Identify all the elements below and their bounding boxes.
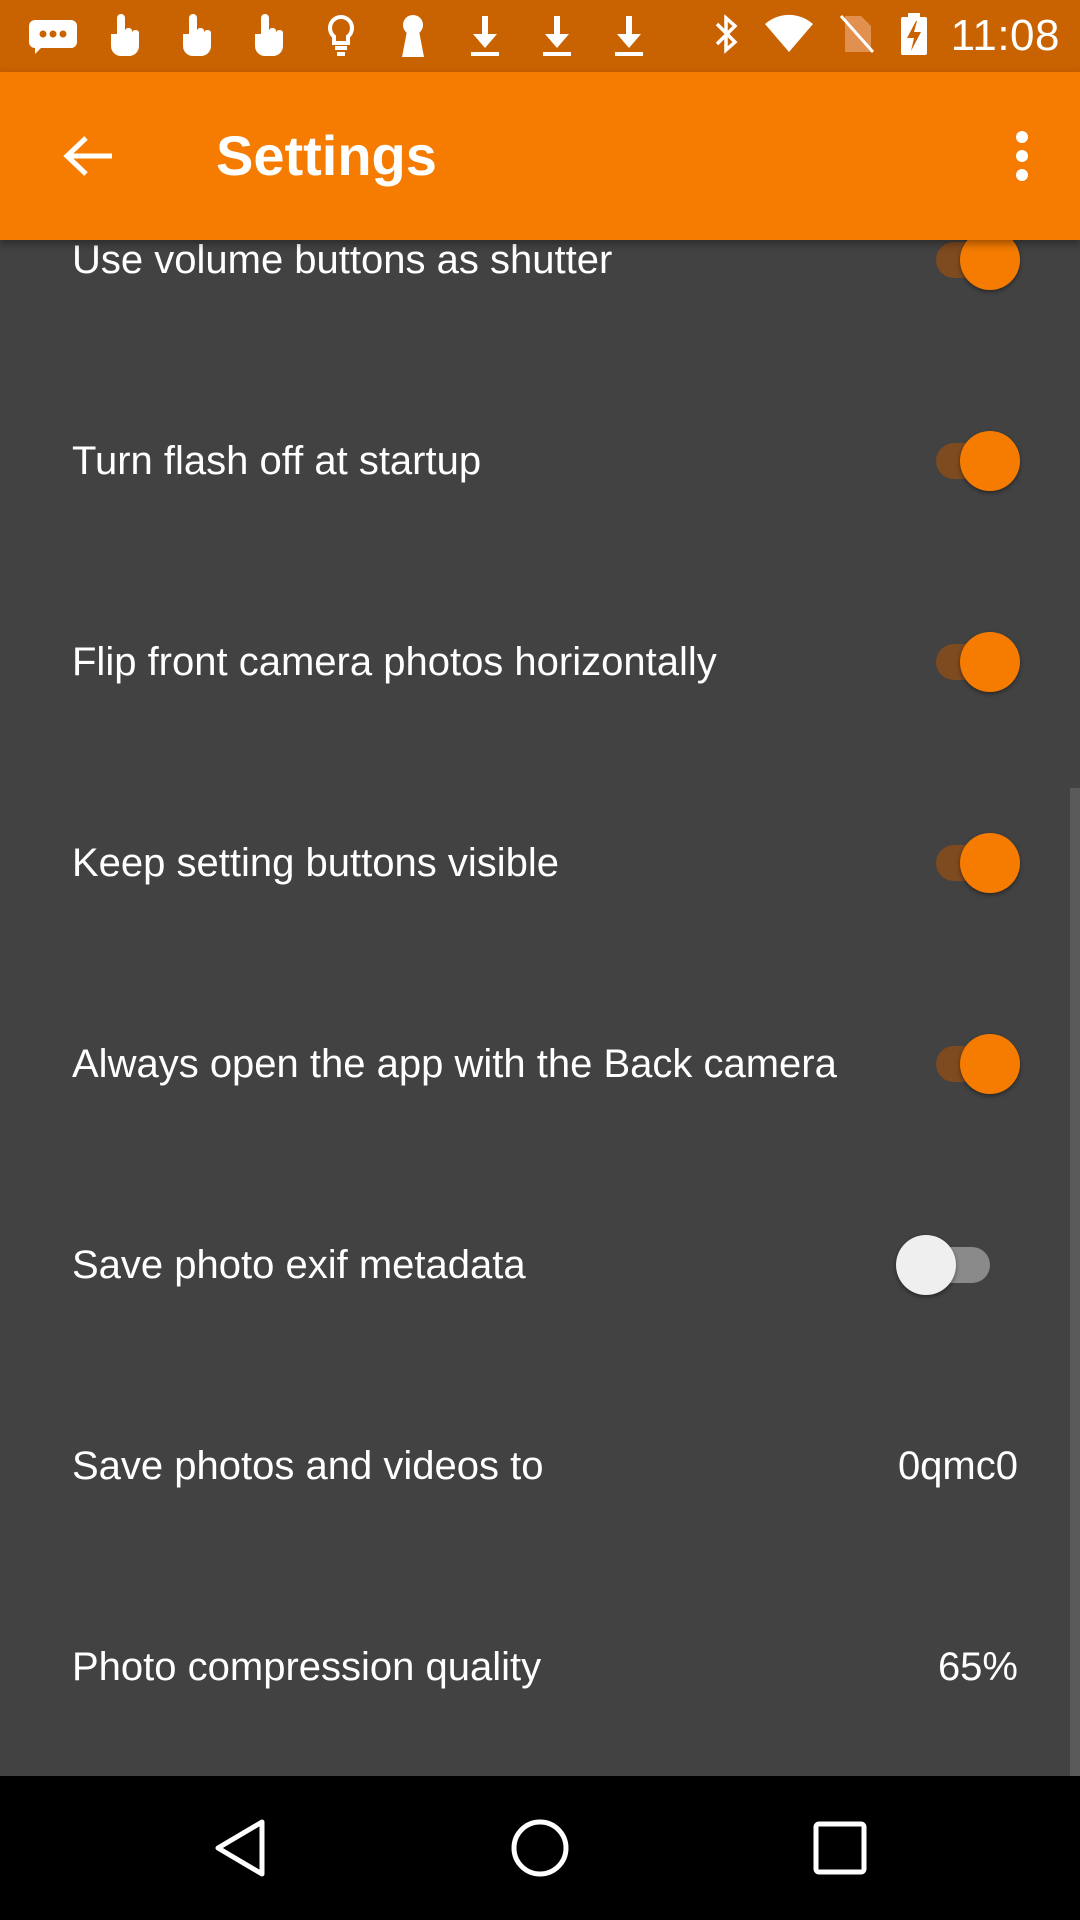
- download-icon: [602, 9, 656, 63]
- recents-square-icon: [813, 1821, 867, 1875]
- arrow-back-icon: [63, 136, 112, 176]
- setting-exif[interactable]: Save photo exif metadata: [0, 1165, 1080, 1366]
- setting-flash-off[interactable]: Turn flash off at startup: [0, 361, 1080, 562]
- scrollbar[interactable]: [1070, 788, 1080, 1776]
- back-button[interactable]: [48, 116, 128, 196]
- setting-value: 65%: [937, 1645, 1018, 1689]
- setting-keep-buttons[interactable]: Keep setting buttons visible: [0, 763, 1080, 964]
- download-icon: [530, 9, 584, 63]
- setting-compression[interactable]: Photo compression quality 65%: [0, 1567, 1080, 1768]
- setting-label: Use volume buttons as shutter: [72, 240, 613, 282]
- flip-front-switch[interactable]: [916, 632, 1020, 692]
- clock: 11:08: [950, 11, 1060, 60]
- navigation-bar: [0, 1776, 1080, 1920]
- keyhole-icon: [386, 9, 440, 63]
- back-triangle-icon: [215, 1819, 265, 1877]
- message-icon: [26, 9, 80, 63]
- nav-recents-button[interactable]: [790, 1798, 890, 1898]
- exif-switch[interactable]: [896, 1235, 1000, 1295]
- download-icon: [458, 9, 512, 63]
- setting-label: Save photo exif metadata: [72, 1243, 526, 1287]
- more-vert-icon: [1016, 131, 1028, 181]
- notification-icons: [26, 0, 656, 72]
- setting-label: Flip front camera photos horizontally: [72, 640, 717, 684]
- touch-icon: [242, 9, 296, 63]
- lightbulb-icon: [314, 9, 368, 63]
- setting-label: Turn flash off at startup: [72, 439, 482, 483]
- battery-charging-icon: [899, 11, 929, 62]
- settings-list[interactable]: Use volume buttons as shutter Turn flash…: [0, 240, 1080, 1776]
- keep-buttons-switch[interactable]: [916, 833, 1020, 893]
- touch-icon: [170, 9, 224, 63]
- no-sim-icon: [837, 12, 877, 61]
- touch-icon: [98, 9, 152, 63]
- home-circle-icon: [511, 1819, 569, 1877]
- volume-shutter-switch[interactable]: [916, 240, 1020, 290]
- wifi-icon: [763, 14, 815, 59]
- flash-off-switch[interactable]: [916, 431, 1020, 491]
- setting-back-camera[interactable]: Always open the app with the Back camera: [0, 964, 1080, 1165]
- bluetooth-icon: [713, 12, 741, 61]
- back-camera-switch[interactable]: [916, 1034, 1020, 1094]
- more-options-button[interactable]: [982, 116, 1062, 196]
- status-bar: 11:08: [0, 0, 1080, 72]
- setting-flip-front[interactable]: Flip front camera photos horizontally: [0, 562, 1080, 763]
- setting-label: Save photos and videos to: [72, 1444, 544, 1488]
- nav-home-button[interactable]: [490, 1798, 590, 1898]
- app-bar: Settings: [0, 72, 1080, 240]
- setting-save-location[interactable]: Save photos and videos to 0qmc0: [0, 1366, 1080, 1567]
- setting-label: Always open the app with the Back camera: [72, 1042, 837, 1086]
- nav-back-button[interactable]: [190, 1798, 290, 1898]
- setting-volume-shutter[interactable]: Use volume buttons as shutter: [0, 240, 1080, 361]
- system-icons: 11:08: [713, 0, 1060, 72]
- setting-label: Photo compression quality: [72, 1645, 542, 1689]
- setting-value: 0qmc0: [897, 1444, 1018, 1488]
- setting-label: Keep setting buttons visible: [72, 841, 559, 885]
- page-title: Settings: [216, 124, 437, 187]
